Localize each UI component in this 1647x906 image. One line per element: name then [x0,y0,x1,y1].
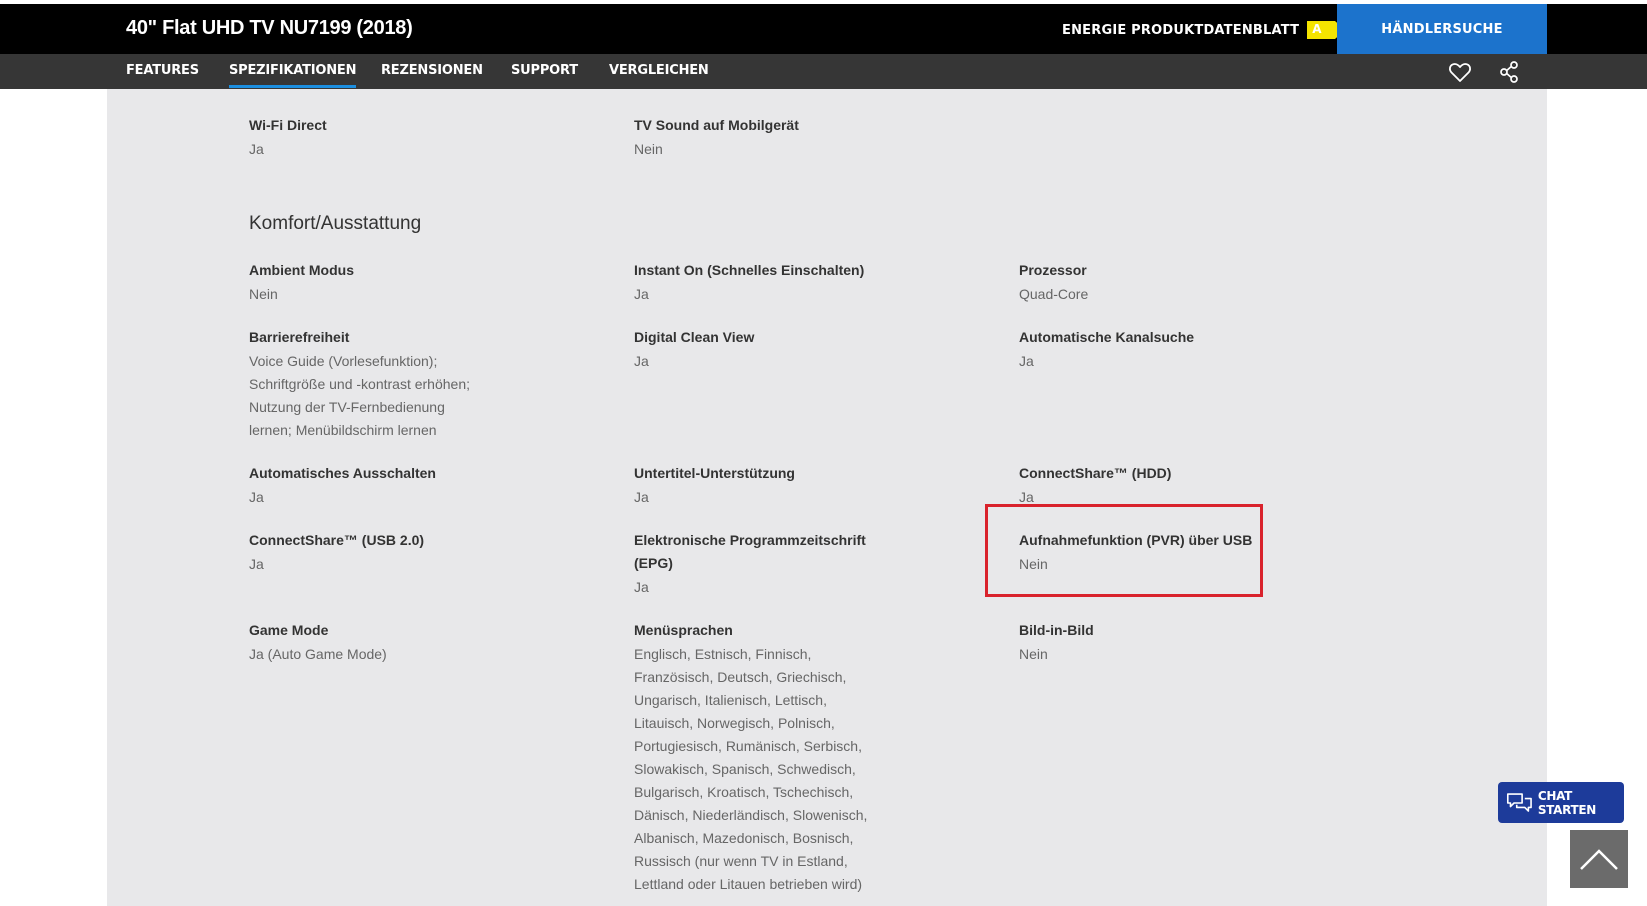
spec-value-processor: Quad-Core [1019,286,1089,302]
chat-start-label: CHAT STARTEN [1537,788,1597,817]
spec-label-connectshare-hdd: ConnectShare™ (HDD) [1019,465,1172,481]
energy-class-text: A [1312,22,1322,36]
spec-value-line: Portugiesisch, Rumänisch, Serbisch, [634,738,862,754]
product-header: 40" Flat UHD TV NU7199 (2018) ENERGIE PR… [0,4,1647,54]
spec-value-line: Dänisch, Niederländisch, Slowenisch, [634,807,868,823]
spec-value-line: Slowakisch, Spanisch, Schwedisch, [634,761,856,777]
tab-support[interactable]: SUPPORT [511,63,578,78]
spec-label-game-mode: Game Mode [249,622,329,638]
chevron-up-icon [1580,849,1618,870]
spec-label-epg: Elektronische Programmzeitschrift (EPG) [634,529,866,575]
spec-value-subtitle-support: Ja [634,489,649,505]
spec-label-auto-channel-search: Automatische Kanalsuche [1019,329,1195,345]
spec-label-digital-clean-view: Digital Clean View [634,329,755,345]
spec-navigation: FEATURES SPEZIFIKATIONEN REZENSIONEN SUP… [0,54,1647,89]
spec-label-line: Elektronische Programmzeitschrift [634,532,866,548]
spec-value-line: Lettland oder Litauen betrieben wird) [634,876,863,892]
spec-label-instant-on: Instant On (Schnelles Einschalten) [634,262,865,278]
spec-value-game-mode: Ja (Auto Game Mode) [249,646,387,662]
heart-icon[interactable] [1448,60,1472,84]
energy-label-text: ENERGIE PRODUKTDATENBLATT [1062,22,1300,38]
spec-value-instant-on: Ja [634,286,649,302]
spec-value-line: Französisch, Deutsch, Griechisch, [634,669,847,685]
highlight-box [985,504,1263,597]
spec-label-accessibility: Barrierefreiheit [249,329,350,345]
share-icon[interactable] [1497,60,1521,84]
spec-label-picture-in-picture: Bild-in-Bild [1019,622,1094,638]
specifications-panel: Wi-Fi Direct Ja TV Sound auf Mobilgerät … [107,89,1547,906]
tab-features[interactable]: FEATURES [126,63,199,78]
tab-specifications[interactable]: SPEZIFIKATIONEN [229,63,357,88]
spec-value-epg: Ja [634,579,649,595]
spec-value-picture-in-picture: Nein [1019,646,1048,662]
tab-reviews[interactable]: REZENSIONEN [381,63,483,78]
chat-start-button[interactable]: CHAT STARTEN [1498,782,1624,823]
spec-label-connectshare-usb: ConnectShare™ (USB 2.0) [249,532,425,548]
spec-value-line: Ungarisch, Italienisch, Lettisch, [634,692,827,708]
spec-value-wifi-direct: Ja [249,141,264,157]
spec-label-processor: Prozessor [1019,262,1087,278]
spec-value-line: Nutzung der TV-Fernbedienung [249,399,445,415]
spec-value-line: Russisch (nur wenn TV in Estland, [634,853,848,869]
spec-value-line: Schriftgröße und -kontrast erhöhen; [249,376,471,392]
spec-value-auto-channel-search: Ja [1019,353,1034,369]
spec-value-line: Bulgarisch, Kroatisch, Tschechisch, [634,784,854,800]
spec-value-ambient-mode: Nein [249,286,278,302]
spec-value-auto-power-off: Ja [249,489,264,505]
scroll-to-top-button[interactable] [1570,830,1628,888]
spec-value-line: Voice Guide (Vorlesefunktion); [249,353,438,369]
spec-label-auto-power-off: Automatisches Ausschalten [249,465,436,481]
tab-compare[interactable]: VERGLEICHEN [609,63,709,78]
spec-label-menu-languages: Menüsprachen [634,622,733,638]
energy-label-link[interactable]: ENERGIE PRODUKTDATENBLATT A [1062,21,1346,39]
spec-value-digital-clean-view: Ja [634,353,649,369]
spec-value-line: lernen; Menübildschirm lernen [249,422,437,438]
spec-value-connectshare-usb: Ja [249,556,264,572]
spec-value-tv-sound-mobile: Nein [634,141,663,157]
spec-label-tv-sound-mobile: TV Sound auf Mobilgerät [634,117,799,133]
section-heading-comfort: Komfort/Ausstattung [249,213,422,234]
spec-value-accessibility: Voice Guide (Vorlesefunktion); Schriftgr… [249,350,470,442]
spec-label-ambient-mode: Ambient Modus [249,262,354,278]
spec-label-wifi-direct: Wi-Fi Direct [249,117,327,133]
dealer-search-button[interactable]: HÄNDLERSUCHE [1337,4,1547,54]
spec-value-menu-languages: Englisch, Estnisch, Finnisch, Französisc… [634,643,867,896]
product-title: 40" Flat UHD TV NU7199 (2018) [126,17,413,39]
spec-label-line: (EPG) [634,555,673,571]
spec-value-line: Litauisch, Norwegisch, Polnisch, [634,715,835,731]
spec-value-line: Albanisch, Mazedonisch, Bosnisch, [634,830,854,846]
chat-icon [1506,792,1532,812]
spec-label-subtitle-support: Untertitel-Unterstützung [634,465,795,481]
spec-value-line: Englisch, Estnisch, Finnisch, [634,646,812,662]
